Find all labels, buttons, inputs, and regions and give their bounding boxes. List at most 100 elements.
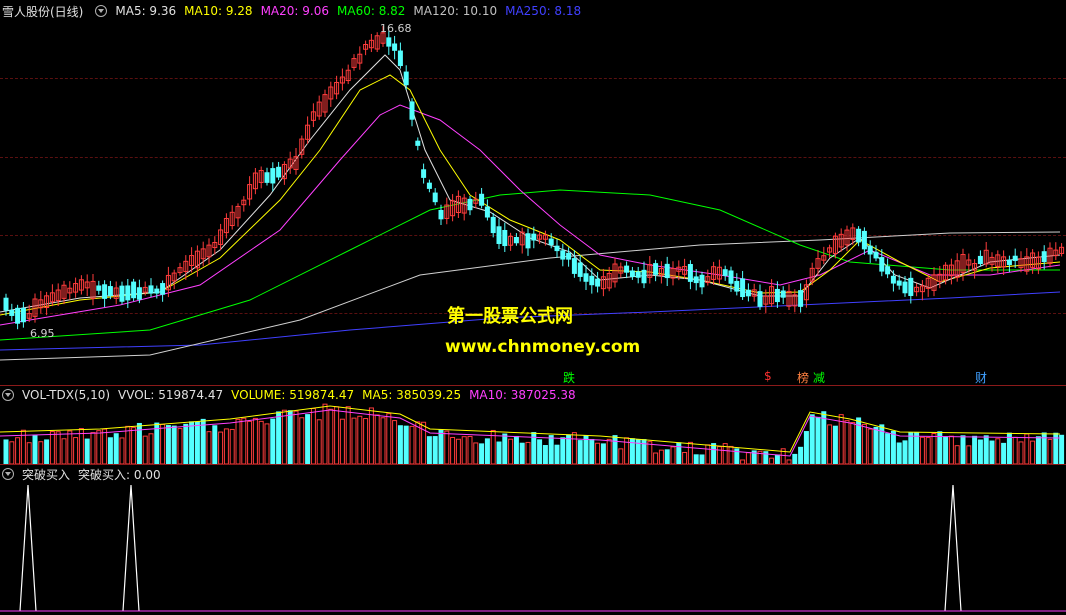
volume-bar	[815, 416, 821, 464]
volume-bar	[792, 453, 798, 464]
volume-bar	[131, 427, 137, 464]
volume-bar	[705, 444, 711, 464]
candle	[885, 266, 891, 275]
volume-bar	[525, 441, 531, 464]
volume-bar	[542, 445, 548, 464]
volume-bar	[322, 403, 328, 464]
volume-bar	[554, 444, 560, 464]
candle	[397, 50, 403, 67]
volume-bar	[386, 413, 392, 464]
volume-bar	[1030, 440, 1036, 464]
candle	[496, 226, 502, 244]
candle	[908, 277, 914, 297]
candle	[531, 233, 537, 241]
volume-bar	[334, 406, 340, 464]
volume-bar	[484, 438, 490, 464]
volume-bar	[415, 421, 421, 464]
volume-bar	[1024, 433, 1030, 464]
volume-bar	[276, 411, 282, 464]
signal-panel[interactable]: 突破买入 突破买入: 0.00	[0, 465, 1066, 615]
volume-bar	[670, 446, 676, 464]
event-tag-dollar[interactable]: $	[764, 369, 772, 383]
candle	[9, 309, 15, 316]
candle	[879, 257, 885, 272]
volume-bar	[1035, 436, 1041, 464]
volume-bar	[345, 406, 351, 464]
volume-bar	[55, 431, 61, 464]
volume-bar	[693, 454, 699, 464]
event-tag-finance[interactable]: 财	[975, 369, 987, 386]
volume-bar	[972, 435, 978, 464]
candle	[734, 280, 740, 292]
volume-bar	[26, 442, 32, 464]
volume-bar	[687, 441, 693, 464]
candle	[415, 140, 421, 146]
candle	[270, 168, 276, 184]
candle	[571, 258, 577, 274]
volume-bar	[444, 430, 450, 464]
volume-bar	[160, 423, 166, 464]
candle	[687, 264, 693, 282]
volume-bar	[328, 408, 334, 464]
event-tag-fall[interactable]: 跌	[563, 369, 575, 386]
candle	[774, 288, 780, 303]
volume-bar	[200, 418, 206, 464]
candle	[426, 182, 432, 189]
volume-bar	[177, 428, 183, 464]
volume-bar	[948, 435, 954, 464]
watermark-url: www.chnmoney.com	[445, 337, 641, 357]
volume-bar	[1001, 442, 1007, 464]
volume-bar	[589, 438, 595, 464]
volume-bar	[235, 418, 241, 464]
volume-bar	[473, 442, 479, 464]
volume-bar	[171, 425, 177, 464]
volume-bar	[409, 425, 415, 464]
volume-bars[interactable]	[0, 386, 1066, 464]
volume-bar	[827, 424, 833, 464]
candle	[595, 278, 601, 287]
candle	[409, 101, 415, 120]
signal-chart	[0, 484, 1066, 612]
volume-bar	[287, 410, 293, 464]
volume-bar	[861, 423, 867, 464]
candle	[392, 43, 398, 51]
volume-bar	[392, 420, 398, 464]
volume-bar	[252, 417, 258, 464]
candle	[890, 275, 896, 284]
candle	[1041, 251, 1047, 263]
candle	[745, 289, 751, 297]
volume-bar	[3, 439, 9, 464]
candle	[902, 281, 908, 294]
event-tag-list[interactable]: 榜	[797, 369, 809, 386]
volume-bar	[983, 435, 989, 464]
volume-bar	[537, 439, 543, 464]
candle	[403, 71, 409, 86]
volume-bar	[867, 428, 873, 464]
volume-bar	[293, 410, 299, 464]
volume-bar	[774, 454, 780, 464]
volume-bar	[264, 423, 270, 464]
volume-bar	[560, 437, 566, 464]
volume-bar	[1047, 438, 1053, 464]
volume-panel[interactable]: VOL-TDX(5,10) VVOL: 519874.47 VOLUME: 51…	[0, 386, 1066, 464]
volume-bar	[421, 421, 427, 464]
volume-bar	[682, 451, 688, 464]
candle	[635, 271, 641, 278]
volume-bar	[496, 441, 502, 464]
volume-bar	[49, 431, 55, 464]
volume-bar	[931, 433, 937, 464]
event-tag-reduce[interactable]: 减	[813, 369, 825, 386]
volume-bar	[873, 426, 879, 464]
volume-bar	[1018, 441, 1024, 464]
candle	[1012, 255, 1018, 261]
volume-bar	[107, 437, 113, 464]
candle	[977, 255, 983, 265]
candle	[102, 284, 108, 299]
volume-bar	[612, 435, 618, 464]
volume-bar	[368, 407, 374, 464]
candle	[560, 250, 566, 260]
volume-bar	[653, 452, 659, 464]
volume-bar	[566, 434, 572, 464]
volume-bar	[925, 437, 931, 464]
price-panel[interactable]: 雪人股份(日线) MA5: 9.36 MA10: 9.28 MA20: 9.06…	[0, 0, 1066, 385]
